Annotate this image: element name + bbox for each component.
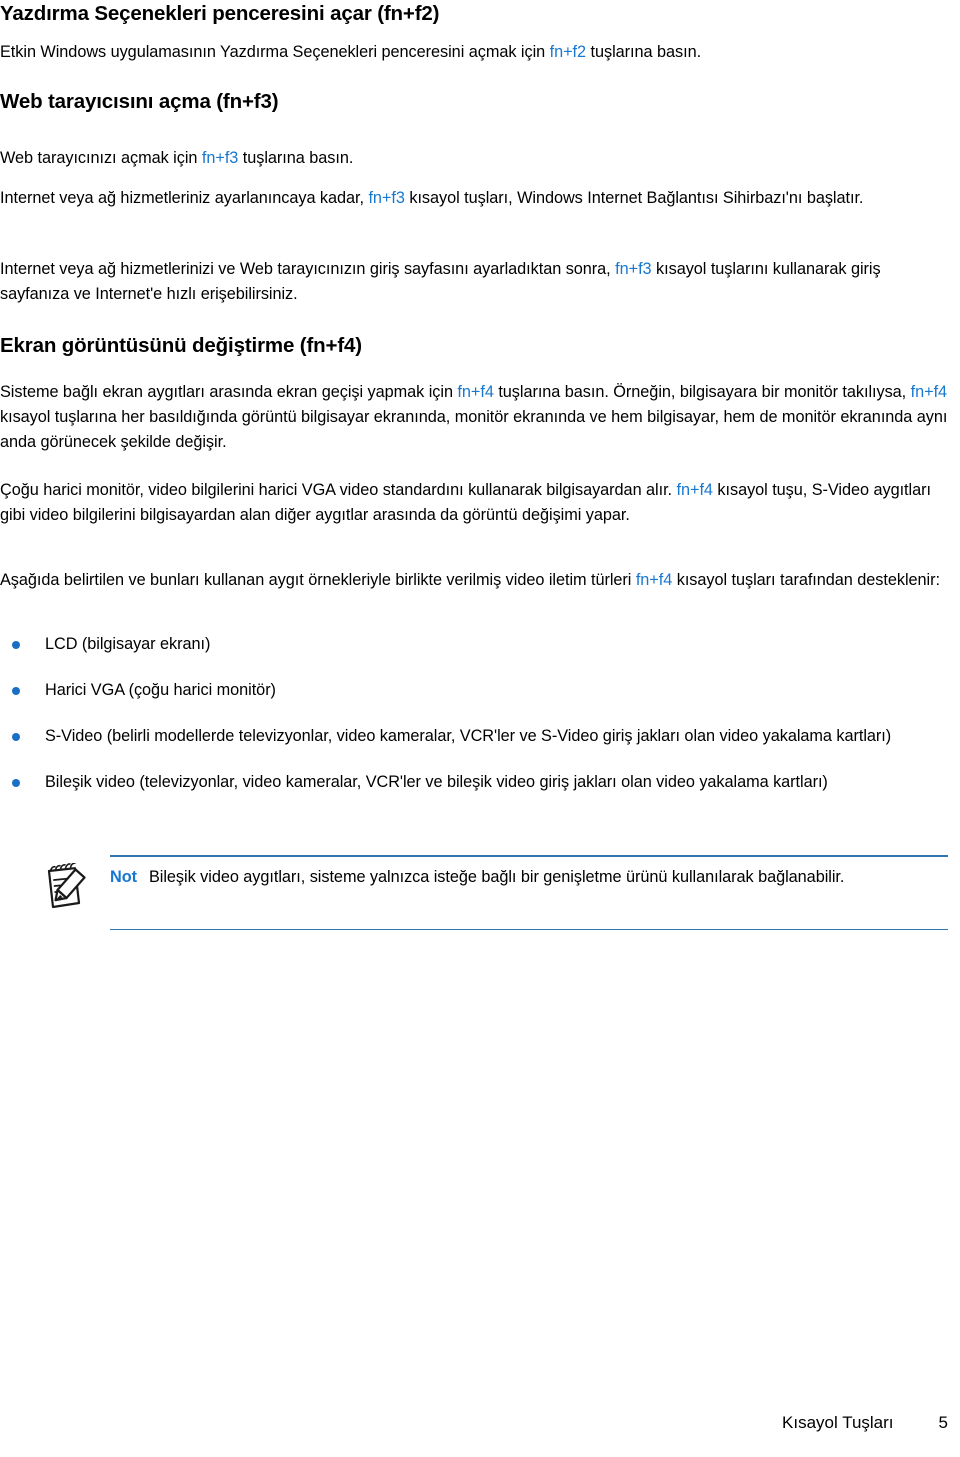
- footer-chapter-title: Kısayol Tuşları: [782, 1413, 894, 1432]
- list-item-label: Bileşik video (televizyonlar, video kame…: [45, 773, 828, 791]
- text-fragment: tuşlarına basın.: [238, 149, 354, 167]
- list-item-label: LCD (bilgisayar ekranı): [45, 635, 211, 653]
- key-combo-fn-f4: fn+f4: [910, 383, 948, 401]
- text-fragment: tuşlarına basın.: [586, 43, 702, 61]
- paragraph-supported-transmission-types: Aşağıda belirtilen ve bunları kullanan a…: [0, 568, 940, 593]
- page-footer: Kısayol Tuşları 5: [0, 1413, 948, 1433]
- bullet-dot-icon: [12, 641, 20, 649]
- paragraph-vga-standard: Çoğu harici monitör, video bilgilerini h…: [0, 478, 952, 528]
- text-fragment: Aşağıda belirtilen ve bunları kullanan a…: [0, 571, 636, 589]
- bullet-dot-icon: [12, 687, 20, 695]
- text-fragment: kısayol tuşları, Windows Internet Bağlan…: [404, 189, 864, 207]
- text-fragment: Etkin Windows uygulamasının Yazdırma Seç…: [0, 43, 550, 61]
- list-item: Bileşik video (televizyonlar, video kame…: [0, 770, 940, 795]
- note-callout: Not Bileşik video aygıtları, sisteme yaln…: [0, 855, 950, 931]
- section-heading-web-browser: Web tarayıcısını açma (fn+f3): [0, 90, 279, 113]
- paragraph-web-browser-open: Web tarayıcınızı açmak için fn+f3 tuşlar…: [0, 146, 952, 171]
- section-heading-print-options: Yazdırma Seçenekleri penceresini açar (f…: [0, 2, 440, 25]
- key-combo-fn-f3: fn+f3: [201, 149, 239, 167]
- key-combo-fn-f4: fn+f4: [676, 481, 713, 499]
- text-fragment: Sisteme bağlı ekran aygıtları arasında e…: [0, 383, 458, 401]
- text-fragment: kısayol tuşları tarafından desteklenir:: [672, 571, 940, 589]
- notepad-pencil-icon: [44, 861, 90, 913]
- text-fragment: kısayol tuşlarına her basıldığında görün…: [0, 408, 948, 451]
- list-item-label: Harici VGA (çoğu harici monitör): [45, 681, 276, 699]
- section-heading-switch-screen-image: Ekran görüntüsünü değiştirme (fn+f4): [0, 334, 362, 357]
- key-combo-fn-f3: fn+f3: [368, 189, 405, 207]
- note-body: Not Bileşik video aygıtları, sisteme yaln…: [0, 857, 950, 929]
- bullet-dot-icon: [12, 779, 20, 787]
- list-item: S-Video (belirli modellerde televizyonla…: [0, 724, 940, 749]
- text-fragment: Internet veya ağ hizmetleriniz ayarlanın…: [0, 189, 369, 207]
- key-combo-fn-f4: fn+f4: [457, 383, 494, 401]
- paragraph-home-page-access: Internet veya ağ hizmetlerinizi ve Web t…: [0, 257, 930, 307]
- bullet-dot-icon: [12, 733, 20, 741]
- footer-page-number: 5: [938, 1413, 948, 1432]
- list-item: LCD (bilgisayar ekranı): [0, 632, 940, 657]
- text-fragment: tuşlarına basın. Örneğin, bilgisayara bi…: [493, 383, 911, 401]
- video-transmission-type-list: LCD (bilgisayar ekranı) Harici VGA (çoğu…: [0, 632, 940, 795]
- note-text-container: Not Bileşik video aygıtları, sisteme yaln…: [110, 865, 950, 890]
- paragraph-print-options: Etkin Windows uygulamasının Yazdırma Seç…: [0, 40, 952, 65]
- list-item-label: S-Video (belirli modellerde televizyonla…: [45, 727, 892, 745]
- document-page: Yazdırma Seçenekleri penceresini açar (f…: [0, 0, 960, 1457]
- text-fragment: Çoğu harici monitör, video bilgilerini h…: [0, 481, 677, 499]
- paragraph-internet-wizard: Internet veya ağ hizmetleriniz ayarlanın…: [0, 186, 946, 211]
- note-label: Not: [110, 867, 137, 886]
- text-fragment: Internet veya ağ hizmetlerinizi ve Web t…: [0, 260, 616, 278]
- paragraph-screen-switch: Sisteme bağlı ekran aygıtları arasında e…: [0, 380, 952, 455]
- key-combo-fn-f4: fn+f4: [635, 571, 673, 589]
- key-combo-fn-f3: fn+f3: [615, 260, 652, 278]
- key-combo-fn-f2: fn+f2: [549, 43, 587, 61]
- note-bottom-rule: [110, 928, 948, 931]
- text-fragment: Web tarayıcınızı açmak için: [0, 149, 202, 167]
- list-item: Harici VGA (çoğu harici monitör): [0, 678, 940, 703]
- note-message: Bileşik video aygıtları, sisteme yalnızc…: [148, 867, 845, 886]
